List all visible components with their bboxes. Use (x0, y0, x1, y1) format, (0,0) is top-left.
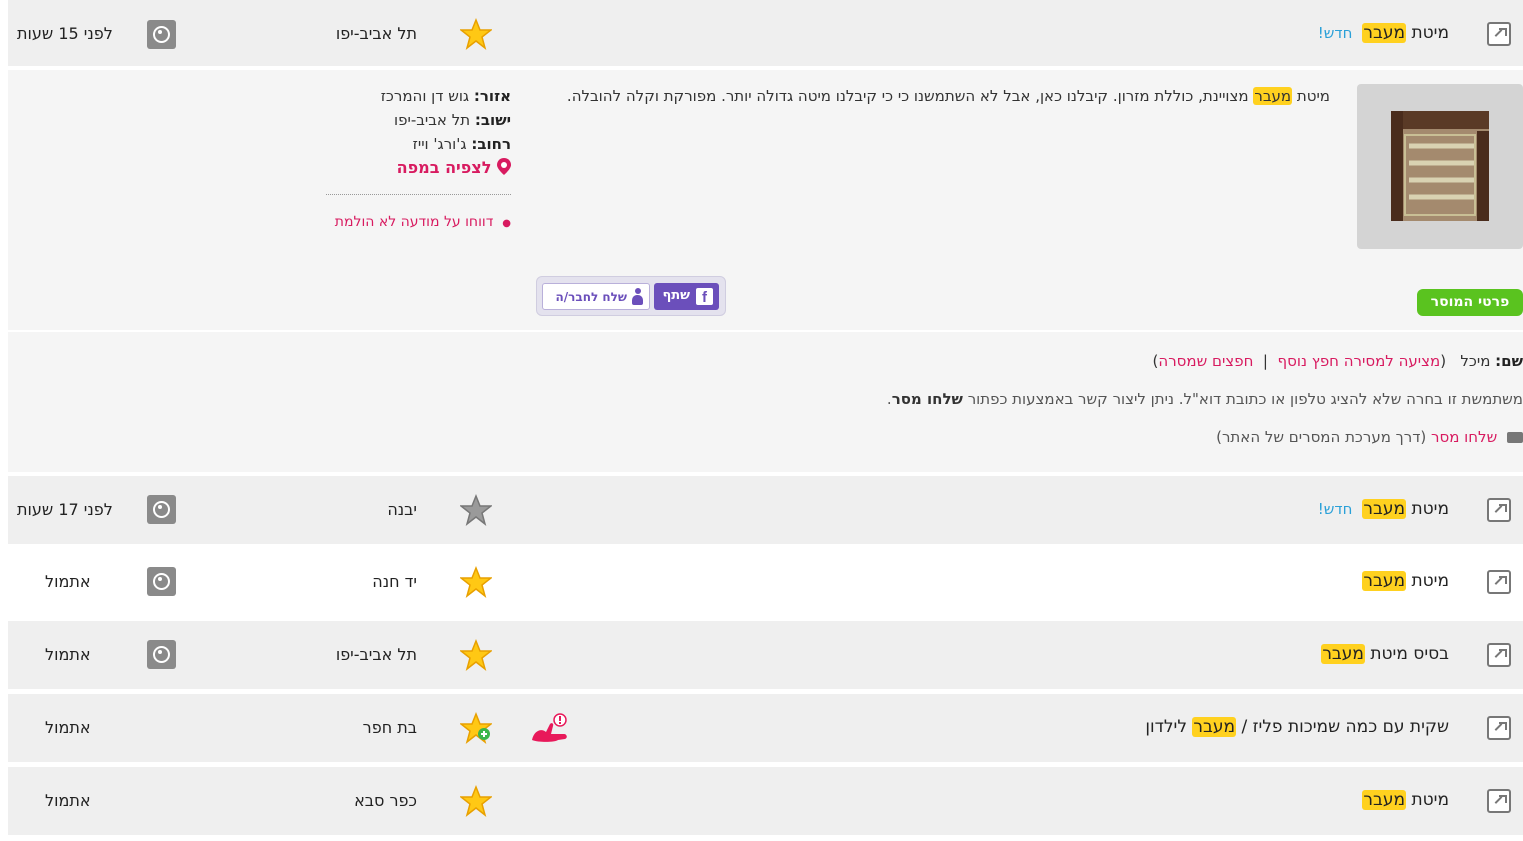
time-label: לפני 15 שעות (17, 24, 113, 43)
highlight-term: מעבר (1362, 790, 1407, 810)
urgent-hand-icon (532, 713, 567, 742)
seller-info: שם: מיכל (מציעה למסירה חפץ נוסף | חפצים … (8, 332, 1523, 472)
listing-row[interactable]: מיטת מעבר כפר סבא אתמול (8, 767, 1523, 837)
seller-name: מיכל (1460, 352, 1491, 370)
view-map-link[interactable]: לצפיה במפה (326, 156, 511, 180)
report-ad-link[interactable]: ● דווחו על מודעה לא הולמת (326, 194, 511, 236)
star-icon[interactable] (460, 639, 492, 671)
listing-title[interactable]: בסיס מיטת מעבר (1321, 644, 1449, 664)
listing-description: מיטת מעבר מצויינת, כוללת מזרון. קיבלנו כ… (566, 87, 1330, 105)
open-external-icon[interactable] (1487, 22, 1511, 46)
clock-icon (147, 567, 176, 596)
clock-icon (147, 20, 176, 49)
time-label: אתמול (45, 572, 91, 591)
listing-row[interactable]: מיטת מעבר יד חנה אתמול (8, 548, 1523, 618)
listing-title[interactable]: מיטת מעבר (1362, 790, 1449, 810)
open-external-icon[interactable] (1487, 643, 1511, 667)
city-label: כפר סבא (354, 791, 417, 810)
share-box: f שתף שלח לחבר/ה (536, 276, 726, 316)
send-to-friend-button[interactable]: שלח לחבר/ה (542, 283, 650, 310)
listing-photo[interactable] (1391, 111, 1489, 221)
highlight-term: מעבר (1321, 644, 1365, 664)
listing-title[interactable]: מיטת מעברחדש! (1318, 23, 1449, 43)
clock-icon (147, 495, 176, 524)
city-label: בת חפר (362, 718, 417, 737)
time-label: אתמול (45, 718, 91, 737)
time-label: אתמול (45, 645, 91, 664)
person-icon (632, 288, 643, 306)
location-info: אזור: גוש דן והמרכז ישוב: תל אביב-יפו רח… (326, 84, 511, 180)
facebook-share-button[interactable]: f שתף (654, 283, 719, 310)
city-label: תל אביב-יפו (335, 24, 417, 43)
clock-icon (147, 640, 176, 669)
highlight-term: מעבר (1362, 499, 1407, 519)
listing-detail: מיטת מעבר מצויינת, כוללת מזרון. קיבלנו כ… (8, 70, 1523, 330)
star-icon[interactable] (460, 494, 492, 526)
listing-row[interactable]: מיטת מעברחדש! יבנה לפני 17 שעות (8, 476, 1523, 546)
open-external-icon[interactable] (1487, 570, 1511, 594)
city-label: תל אביב-יפו (335, 645, 417, 664)
new-badge: חדש! (1317, 24, 1353, 42)
open-external-icon[interactable] (1487, 789, 1511, 813)
listing-row[interactable]: שקית עם כמה שמיכות פליז / מעבר לילדון בת… (8, 694, 1523, 764)
highlight-term: מעבר (1362, 23, 1407, 43)
star-plus-icon[interactable] (460, 712, 492, 744)
time-label: לפני 17 שעות (17, 500, 113, 519)
city-label: יבנה (387, 500, 417, 519)
city-label: יד חנה (372, 572, 417, 591)
given-items-link[interactable]: חפצים שמסרה (1158, 352, 1253, 370)
envelope-icon (1507, 432, 1523, 443)
new-badge: חדש! (1317, 500, 1353, 518)
thumbnail-frame[interactable] (1357, 84, 1523, 249)
facebook-icon: f (696, 288, 713, 306)
listing-title[interactable]: שקית עם כמה שמיכות פליז / מעבר לילדון (1145, 717, 1449, 737)
open-external-icon[interactable] (1487, 716, 1511, 740)
listing-row[interactable]: בסיס מיטת מעבר תל אביב-יפו אתמול (8, 621, 1523, 691)
listing-row[interactable]: מיטת מעברחדש! תל אביב-יפו לפני 15 שעות (8, 0, 1523, 68)
more-items-link[interactable]: מציעה למסירה חפץ נוסף (1278, 352, 1441, 370)
map-pin-icon (497, 158, 511, 175)
seller-details-button[interactable]: פרטי המוסר (1417, 289, 1523, 316)
star-icon[interactable] (460, 566, 492, 598)
highlight-term: מעבר (1362, 571, 1407, 591)
highlight-term: מעבר (1192, 717, 1237, 737)
listing-title[interactable]: מיטת מעבר (1362, 571, 1449, 591)
listing-title[interactable]: מיטת מעברחדש! (1318, 499, 1449, 519)
star-icon[interactable] (460, 785, 492, 817)
send-message-link[interactable]: שלחו מסר (1431, 428, 1497, 446)
star-icon[interactable] (460, 18, 492, 50)
open-external-icon[interactable] (1487, 498, 1511, 522)
time-label: אתמול (45, 791, 91, 810)
